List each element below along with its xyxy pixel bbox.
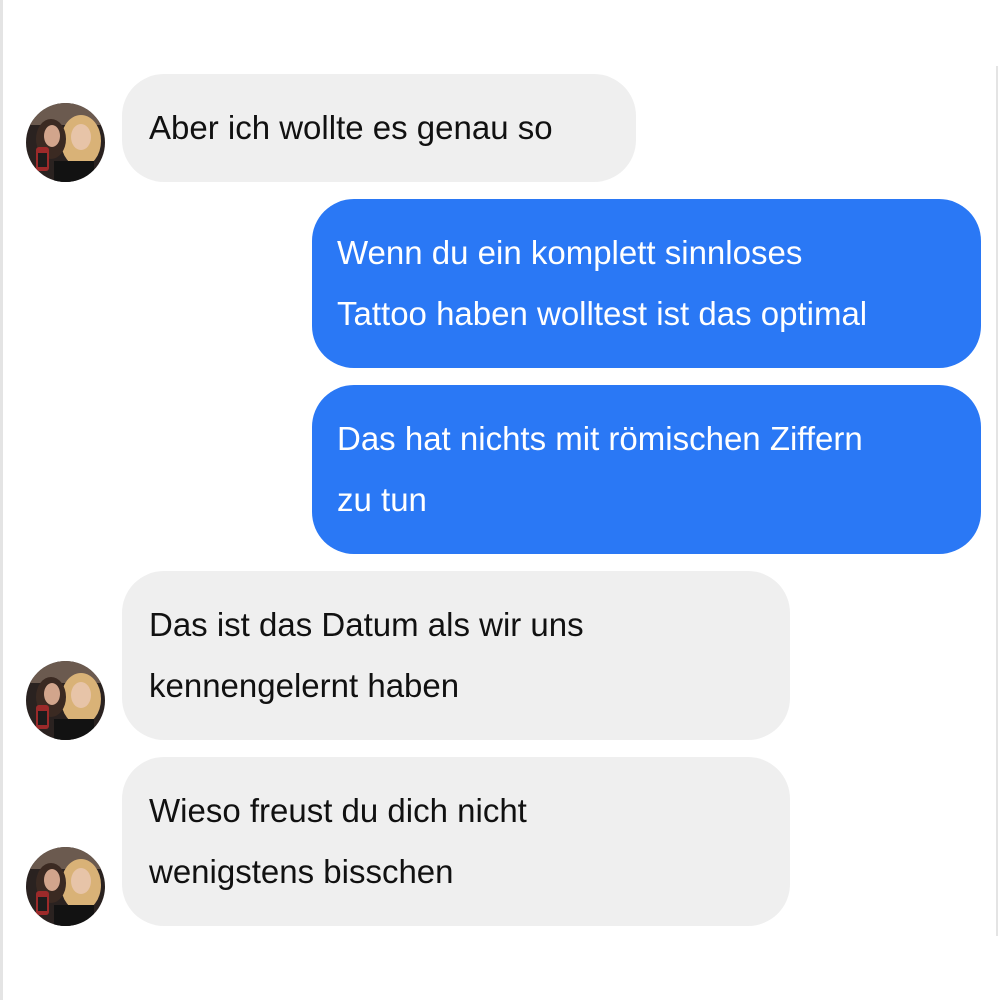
message-text-line: Das hat nichts mit römischen Ziffern: [337, 420, 863, 457]
message-text-line: Aber ich wollte es genau so: [149, 109, 553, 146]
message-bubble-outgoing[interactable]: Wenn du ein komplett sinnloses Tattoo ha…: [312, 199, 981, 368]
message-text-line: zu tun: [337, 481, 427, 518]
message-text-line: wenigstens bisschen: [149, 853, 454, 890]
message-text-line: Tattoo haben wolltest ist das optimal: [337, 295, 868, 332]
message-bubble-incoming[interactable]: Aber ich wollte es genau so: [122, 74, 636, 182]
contact-avatar-photo-icon: [26, 661, 105, 740]
message-bubble-outgoing[interactable]: Das hat nichts mit römischen Ziffern zu …: [312, 385, 981, 554]
contact-avatar[interactable]: [26, 661, 105, 740]
scrollbar-track[interactable]: [996, 66, 998, 936]
message-bubble-incoming[interactable]: Das ist das Datum als wir uns kennengele…: [122, 571, 790, 740]
message-bubble-incoming[interactable]: Wieso freust du dich nicht wenigstens bi…: [122, 757, 790, 926]
left-edge-divider: [0, 0, 3, 1000]
message-text-line: Wieso freust du dich nicht: [149, 792, 527, 829]
message-text-line: Das ist das Datum als wir uns: [149, 606, 584, 643]
contact-avatar[interactable]: [26, 103, 105, 182]
contact-avatar-photo-icon: [26, 847, 105, 926]
message-text-line: Wenn du ein komplett sinnloses: [337, 234, 803, 271]
message-text-line: kennengelernt haben: [149, 667, 460, 704]
contact-avatar-photo-icon: [26, 103, 105, 182]
contact-avatar[interactable]: [26, 847, 105, 926]
